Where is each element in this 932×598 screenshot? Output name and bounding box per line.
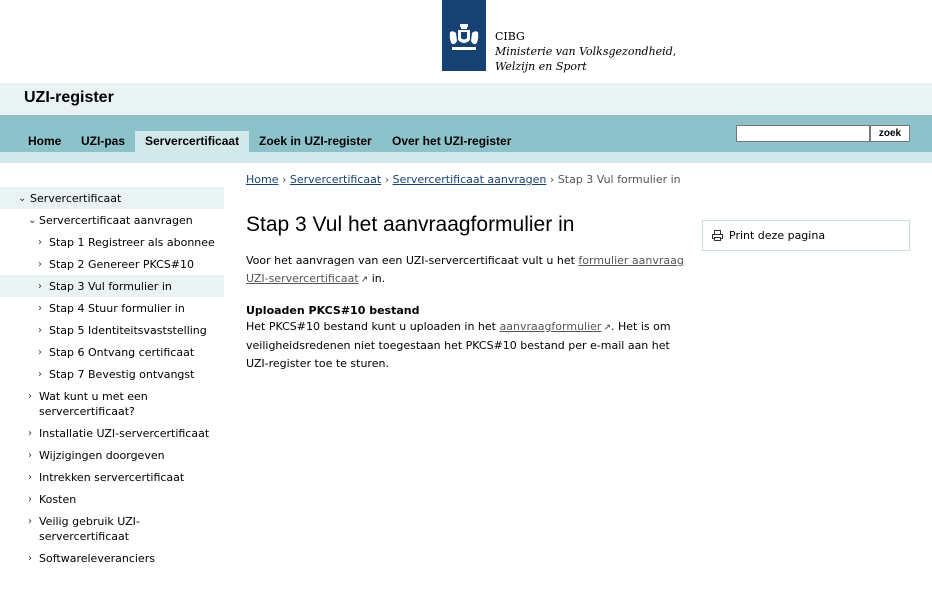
sidebar-item-stap-7[interactable]: › Stap 7 Bevestig ontvangst (0, 363, 224, 385)
sidebar-item-installatie[interactable]: › Installatie UZI-servercertificaat (0, 422, 224, 444)
sidebar-item-label-line1: Wat kunt u met een (39, 390, 148, 403)
print-label: Print deze pagina (729, 229, 826, 242)
breadcrumb-home[interactable]: Home (246, 173, 278, 186)
sidebar-item-label: Stap 3 Vul formulier in (49, 280, 172, 293)
sidebar-item-servercertificaat[interactable]: ⌄ Servercertificaat (0, 187, 224, 209)
breadcrumb-separator-icon: › (384, 173, 390, 186)
chevron-right-icon: › (38, 281, 42, 292)
breadcrumb-servercertificaat[interactable]: Servercertificaat (290, 173, 381, 186)
chevron-right-icon: › (38, 237, 42, 248)
upload-text: Het PKCS#10 bestand kunt u uploaden in h… (246, 320, 496, 333)
main-content: Voor het aanvragen van een UZI-servercer… (246, 252, 686, 373)
sidebar-item-label: Stap 7 Bevestig ontvangst (49, 368, 195, 381)
sidebar-nav: ⌄ Servercertificaat ⌄ Servercertificaat … (0, 187, 224, 569)
sidebar-item-stap-3[interactable]: › Stap 3 Vul formulier in (0, 275, 224, 297)
sidebar-item-label-line2: servercertificaat (39, 530, 130, 543)
sidebar-item-label: Softwareleveranciers (39, 552, 155, 565)
chevron-right-icon: › (38, 259, 42, 270)
sidebar-item-label: Stap 5 Identiteitsvaststelling (49, 324, 207, 337)
sidebar-item-label: Stap 2 Genereer PKCS#10 (49, 258, 194, 271)
sidebar-item-label-line2: servercertificaat? (39, 405, 135, 418)
search-input[interactable] (736, 125, 870, 142)
chevron-right-icon: › (28, 494, 32, 505)
sidebar-item-label: Wijzigingen doorgeven (39, 449, 165, 462)
nav-item-zoek[interactable]: Zoek in UZI-register (249, 131, 382, 152)
upload-heading: Uploaden PKCS#10 bestand (246, 304, 420, 317)
logo-line-ministry-cont: Welzijn en Sport (495, 60, 587, 73)
sidebar-item-label: Stap 6 Ontvang certificaat (49, 346, 195, 359)
printer-icon (712, 230, 723, 241)
breadcrumb-aanvragen[interactable]: Servercertificaat aanvragen (393, 173, 547, 186)
external-link-icon: ↗ (603, 323, 612, 333)
external-link-icon: ↗ (360, 275, 369, 285)
chevron-right-icon: › (28, 450, 32, 461)
sidebar-item-wat-kunt-u[interactable]: › Wat kunt u met een servercertificaat? (0, 385, 224, 422)
intro-paragraph: Voor het aanvragen van een UZI-servercer… (246, 252, 686, 289)
page-title: Stap 3 Vul het aanvraagformulier in (246, 213, 575, 236)
intro-text-end: in. (371, 272, 386, 285)
sidebar-item-stap-5[interactable]: › Stap 5 Identiteitsvaststelling (0, 319, 224, 341)
sidebar-item-wijzigingen[interactable]: › Wijzigingen doorgeven (0, 444, 224, 466)
chevron-right-icon: › (38, 325, 42, 336)
sidebar-item-stap-2[interactable]: › Stap 2 Genereer PKCS#10 (0, 253, 224, 275)
sidebar-item-kosten[interactable]: › Kosten (0, 488, 224, 510)
sidebar-item-label: Stap 1 Registreer als abonnee (49, 236, 215, 249)
breadcrumb-separator-icon: › (549, 173, 555, 186)
sidebar-item-label-line1: Veilig gebruik UZI- (39, 515, 140, 528)
print-page-button[interactable]: Print deze pagina (702, 220, 910, 251)
chevron-right-icon: › (28, 553, 32, 564)
nav-item-home[interactable]: Home (18, 131, 71, 152)
site-title: UZI-register (24, 89, 114, 106)
sidebar-item-veilig-gebruik[interactable]: › Veilig gebruik UZI- servercertificaat (0, 510, 224, 547)
chevron-right-icon: › (28, 516, 32, 527)
ministry-name: CIBG Ministerie van Volksgezondheid, Wel… (495, 29, 676, 74)
sidebar-item-label: Kosten (39, 493, 77, 506)
chevron-right-icon: › (38, 303, 42, 314)
sidebar-item-label: Servercertificaat (30, 192, 122, 205)
sidebar-item-label: Installatie UZI-servercertificaat (39, 427, 210, 440)
upload-paragraph: Het PKCS#10 bestand kunt u uploaden in h… (246, 318, 686, 373)
chevron-down-icon: ⌄ (28, 215, 37, 226)
site-title-band (0, 83, 932, 115)
breadcrumb-current: Stap 3 Vul formulier in (557, 173, 681, 186)
chevron-right-icon: › (28, 391, 32, 402)
sidebar-item-label: Intrekken servercertificaat (39, 471, 185, 484)
chevron-right-icon: › (28, 428, 32, 439)
breadcrumb-separator-icon: › (281, 173, 287, 186)
rijksoverheid-logo (442, 0, 486, 71)
logo-line-ministry: Ministerie van Volksgezondheid, (495, 45, 677, 58)
breadcrumb: Home › Servercertificaat › Servercertifi… (246, 172, 686, 187)
chevron-right-icon: › (38, 347, 42, 358)
sidebar-item-stap-6[interactable]: › Stap 6 Ontvang certificaat (0, 341, 224, 363)
sidebar-item-aanvragen[interactable]: ⌄ Servercertificaat aanvragen (0, 209, 224, 231)
aanvraagformulier-link[interactable]: aanvraagformulier (499, 320, 601, 333)
sidebar-item-intrekken[interactable]: › Intrekken servercertificaat (0, 466, 224, 488)
sidebar-item-label: Stap 4 Stuur formulier in (49, 302, 185, 315)
chevron-right-icon: › (28, 472, 32, 483)
intro-text: Voor het aanvragen van een UZI-servercer… (246, 254, 575, 267)
coat-of-arms-icon (449, 24, 479, 50)
sidebar-item-stap-1[interactable]: › Stap 1 Registreer als abonnee (0, 231, 224, 253)
sidebar-item-stap-4[interactable]: › Stap 4 Stuur formulier in (0, 297, 224, 319)
nav-item-uzi-pas[interactable]: UZI-pas (71, 131, 135, 152)
chevron-right-icon: › (38, 369, 42, 380)
logo-line-cibg: CIBG (495, 30, 525, 43)
search-button[interactable]: zoek (870, 125, 910, 142)
nav-item-over[interactable]: Over het UZI-register (382, 131, 521, 152)
sidebar-item-softwareleveranciers[interactable]: › Softwareleveranciers (0, 547, 224, 569)
chevron-down-icon: ⌄ (18, 193, 27, 204)
nav-item-servercertificaat[interactable]: Servercertificaat (135, 131, 250, 163)
